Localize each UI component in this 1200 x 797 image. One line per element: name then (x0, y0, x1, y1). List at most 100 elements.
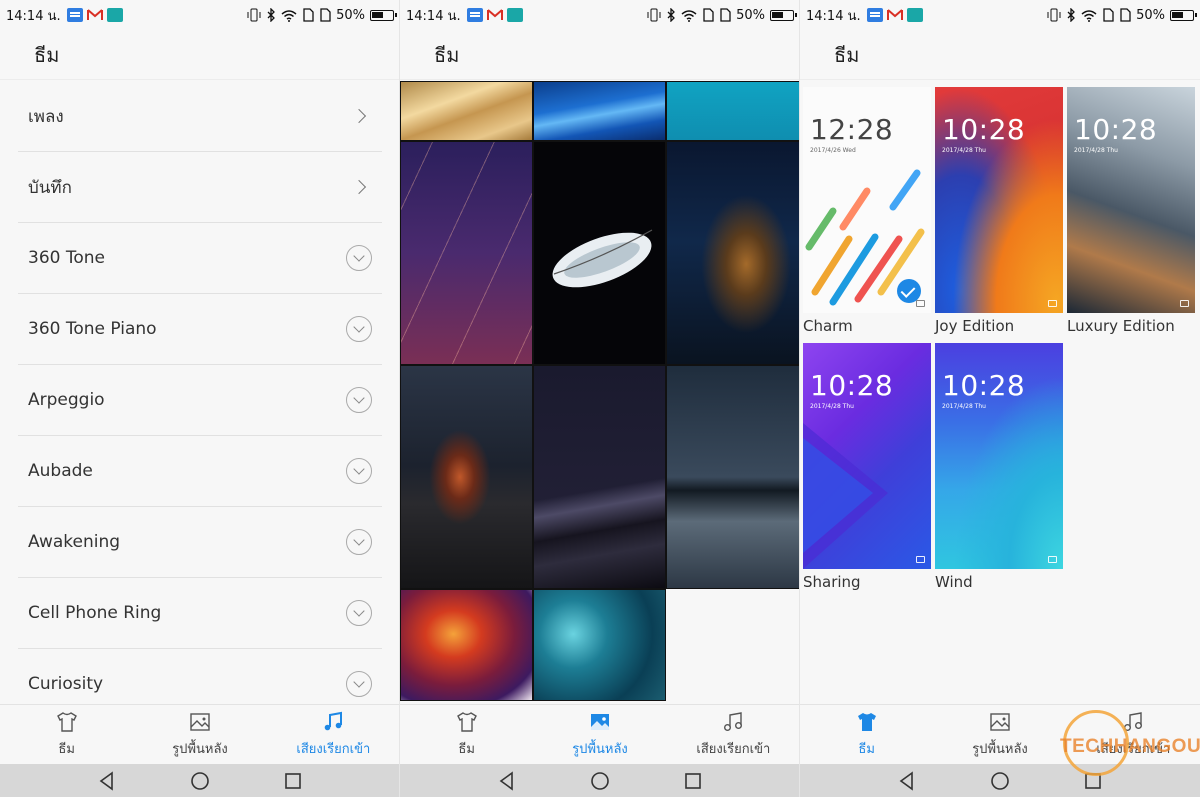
theme-name: Luxury Edition (1067, 317, 1175, 335)
tab-themes[interactable]: ธีม (0, 705, 133, 764)
theme-thumbnail: 10:28 2017/4/28 Thu (803, 343, 931, 569)
expand-circle-icon[interactable] (346, 671, 372, 697)
list-item[interactable]: Awakening (18, 507, 382, 578)
status-bar: 14:14 น. 50% (0, 0, 399, 30)
screen-ringtones: 14:14 น. 50% ธีม เพลง บันทึก 360 Tone 36… (0, 0, 400, 797)
bluetooth-icon (667, 8, 676, 22)
chevron-right-icon (351, 179, 367, 195)
tab-themes[interactable]: ธีม (400, 705, 533, 764)
scan-icon (506, 8, 523, 22)
theme-card-charm[interactable]: 12:28 2017/4/26 Wed Charm (803, 87, 931, 339)
theme-card-wind[interactable]: 10:28 2017/4/28 Thu Wind (935, 343, 1063, 595)
battery-icon (370, 9, 397, 21)
tab-ringtones[interactable]: เสียงเรียกเข้า (667, 705, 799, 764)
list-item-label: Curiosity (28, 674, 104, 694)
wallpaper-tile[interactable] (533, 141, 666, 365)
theme-card-sharing[interactable]: 10:28 2017/4/28 Thu Sharing (803, 343, 931, 595)
wallpaper-tile[interactable] (533, 365, 666, 589)
shirt-icon (456, 712, 477, 732)
battery-percent: 50% (1136, 7, 1165, 23)
battery-percent: 50% (336, 7, 365, 23)
status-time: 14:14 น. (806, 8, 861, 24)
tab-ringtones[interactable]: เสียงเรียกเข้า (267, 705, 399, 764)
wallpaper-tile[interactable] (400, 365, 533, 589)
home-icon[interactable] (590, 771, 610, 791)
tab-label: เสียงเรียกเข้า (696, 742, 771, 757)
back-icon[interactable] (897, 770, 917, 791)
camera-icon (916, 556, 925, 563)
tab-label: ธีม (458, 742, 475, 757)
tab-ringtones[interactable]: เสียงเรียกเข้า (1067, 705, 1200, 764)
status-bar: 14:14 น. 50% (800, 0, 1200, 30)
wallpaper-tile[interactable] (666, 141, 799, 365)
expand-circle-icon[interactable] (346, 316, 372, 342)
theme-date: 2017/4/28 Thu (942, 403, 986, 410)
camera-icon (916, 300, 925, 307)
list-item-label: เพลง (28, 106, 64, 127)
page-title: ธีม (0, 30, 399, 80)
theme-name: Joy Edition (935, 317, 1015, 335)
list-item[interactable]: Cell Phone Ring (18, 578, 382, 649)
theme-card-joy-edition[interactable]: 10:28 2017/4/28 Thu Joy Edition (935, 87, 1063, 339)
sim2-icon (320, 8, 331, 22)
tab-wallpapers[interactable]: รูปพื้นหลัง (133, 705, 266, 764)
wallpaper-tile[interactable] (666, 365, 799, 589)
message-icon (66, 8, 83, 22)
list-item[interactable]: Arpeggio (18, 365, 382, 436)
back-icon[interactable] (97, 770, 117, 791)
recents-icon[interactable] (683, 771, 703, 791)
tab-wallpapers[interactable]: รูปพื้นหลัง (533, 705, 666, 764)
expand-circle-icon[interactable] (346, 529, 372, 555)
tab-label: เสียงเรียกเข้า (296, 742, 371, 757)
wallpaper-tile[interactable] (400, 141, 533, 365)
page-title: ธีม (800, 30, 1200, 80)
tab-label: เสียงเรียกเข้า (1096, 742, 1171, 757)
wallpaper-tile[interactable] (400, 589, 533, 701)
list-item[interactable]: เพลง (18, 81, 382, 152)
image-icon (190, 713, 210, 731)
theme-card-luxury-edition[interactable]: 10:28 2017/4/28 Thu Luxury Edition (1067, 87, 1195, 339)
theme-row: 10:28 2017/4/28 Thu Sharing 10:28 2017/4… (800, 343, 1200, 595)
tab-themes[interactable]: ธีม (800, 705, 933, 764)
shirt-icon (857, 713, 876, 731)
status-right: 50% (647, 7, 797, 23)
battery-icon (770, 9, 797, 21)
theme-thumbnail: 10:28 2017/4/28 Thu (935, 87, 1063, 313)
image-icon (590, 714, 609, 730)
home-icon[interactable] (990, 771, 1010, 791)
feather-graphic (552, 229, 653, 288)
vibrate-icon (647, 8, 661, 22)
back-icon[interactable] (497, 770, 517, 791)
expand-circle-icon[interactable] (346, 245, 372, 271)
tab-label: ธีม (858, 742, 875, 757)
list-item[interactable]: บันทึก (18, 152, 382, 223)
list-item-label: Cell Phone Ring (28, 603, 162, 623)
tab-label: รูปพื้นหลัง (172, 742, 228, 757)
home-icon[interactable] (190, 771, 210, 791)
wallpaper-tile[interactable] (533, 81, 666, 141)
list-item[interactable]: 360 Tone Piano (18, 294, 382, 365)
list-item[interactable]: 360 Tone (18, 223, 382, 294)
expand-circle-icon[interactable] (346, 600, 372, 626)
tab-wallpapers[interactable]: รูปพื้นหลัง (933, 705, 1066, 764)
sharing-chevron-graphic (803, 423, 888, 569)
tab-label: รูปพื้นหลัง (572, 742, 628, 757)
recents-icon[interactable] (1083, 771, 1103, 791)
theme-thumbnail: 12:28 2017/4/26 Wed (803, 87, 931, 313)
recents-icon[interactable] (283, 771, 303, 791)
list-item[interactable]: Aubade (18, 436, 382, 507)
message-icon (866, 8, 883, 22)
theme-name: Sharing (803, 573, 861, 591)
camera-icon (1180, 300, 1189, 307)
sim-icon (703, 8, 714, 22)
expand-circle-icon[interactable] (346, 458, 372, 484)
wallpaper-tile[interactable] (533, 589, 666, 701)
screens: 14:14 น. 50% ธีม เพลง บันทึก 360 Tone 36… (0, 0, 1200, 797)
gmail-icon (86, 9, 103, 20)
vibrate-icon (1047, 8, 1061, 22)
wallpaper-tile[interactable] (666, 81, 799, 141)
wallpaper-tile[interactable] (400, 81, 533, 141)
sim2-icon (1120, 8, 1131, 22)
battery-percent: 50% (736, 7, 765, 23)
expand-circle-icon[interactable] (346, 387, 372, 413)
